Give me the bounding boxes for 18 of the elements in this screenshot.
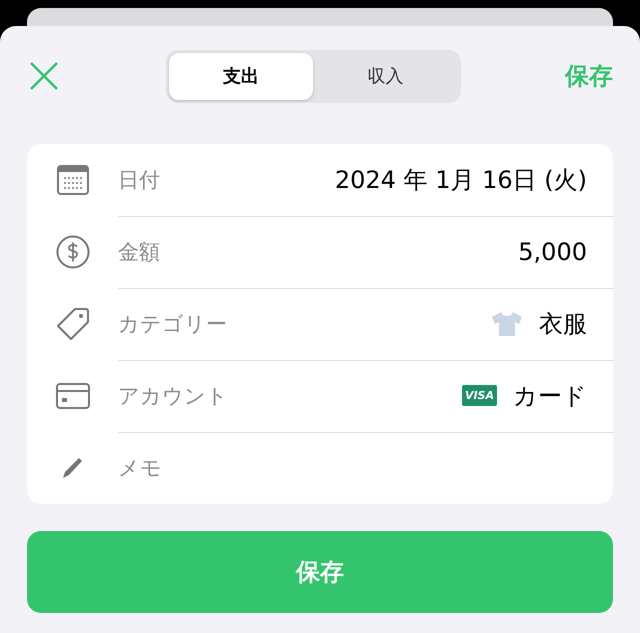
- field-label: 日付: [118, 166, 160, 194]
- tag-icon: [56, 307, 90, 341]
- dollar-icon: [56, 235, 90, 269]
- field-label: 金額: [118, 238, 160, 266]
- close-icon: [29, 61, 59, 91]
- field-label: アカウント: [118, 382, 228, 410]
- visa-badge: VISA: [462, 385, 497, 406]
- field-value[interactable]: カード: [513, 380, 587, 412]
- calendar-icon: [56, 165, 88, 195]
- field-label: カテゴリー: [118, 310, 227, 338]
- pencil-icon: [60, 456, 84, 480]
- tab[interactable]: 収入: [313, 52, 458, 100]
- field-value[interactable]: 2024 年 1月 16日 (火): [334, 164, 587, 196]
- field-value[interactable]: 5,000: [518, 238, 587, 266]
- field-value[interactable]: 衣服: [539, 308, 587, 340]
- t-shirt-icon: [491, 310, 523, 336]
- tab[interactable]: 支出: [168, 52, 313, 100]
- card-icon: [56, 383, 90, 409]
